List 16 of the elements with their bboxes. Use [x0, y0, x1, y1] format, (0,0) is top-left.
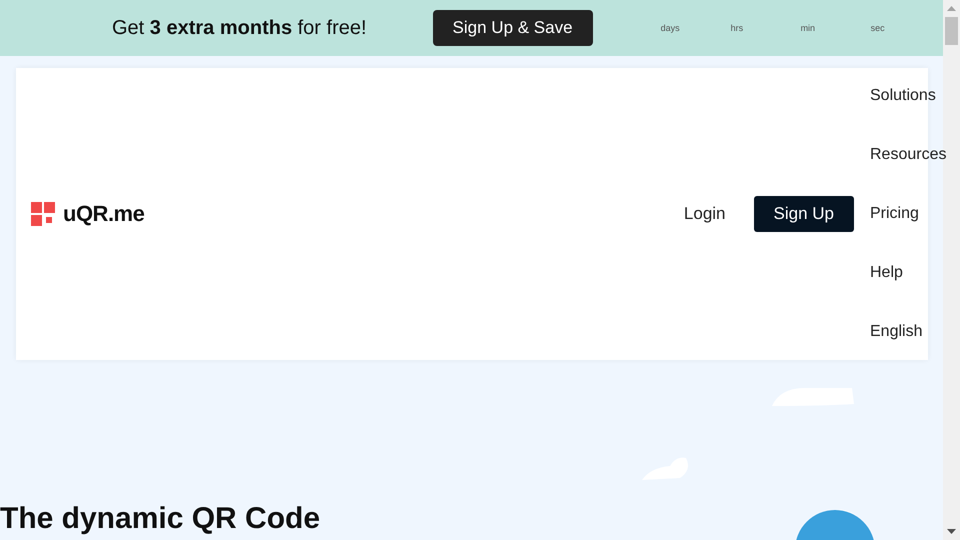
nav-menu-item[interactable]: Resources: [870, 126, 946, 184]
login-link[interactable]: Login: [684, 204, 726, 224]
countdown-label: sec: [870, 23, 886, 33]
nav-menu-item[interactable]: Help: [870, 244, 903, 302]
countdown-label: min: [800, 23, 816, 33]
hero-heading: The dynamic QR Code: [0, 502, 320, 536]
nav-menu-item[interactable]: Pricing: [870, 184, 919, 244]
nav-menu-item[interactable]: Solutions: [870, 66, 936, 126]
logo-text[interactable]: uQR.me: [63, 201, 144, 227]
countdown-label: hrs: [730, 23, 744, 33]
promo-message: Get 3 extra months for free!: [112, 16, 367, 40]
nav-menu-item[interactable]: English: [870, 302, 922, 362]
logo-icon: [31, 202, 55, 226]
signup-save-button[interactable]: Sign Up & Save: [432, 10, 593, 46]
signup-button[interactable]: Sign Up: [754, 196, 854, 232]
countdown-label: days: [660, 23, 681, 33]
